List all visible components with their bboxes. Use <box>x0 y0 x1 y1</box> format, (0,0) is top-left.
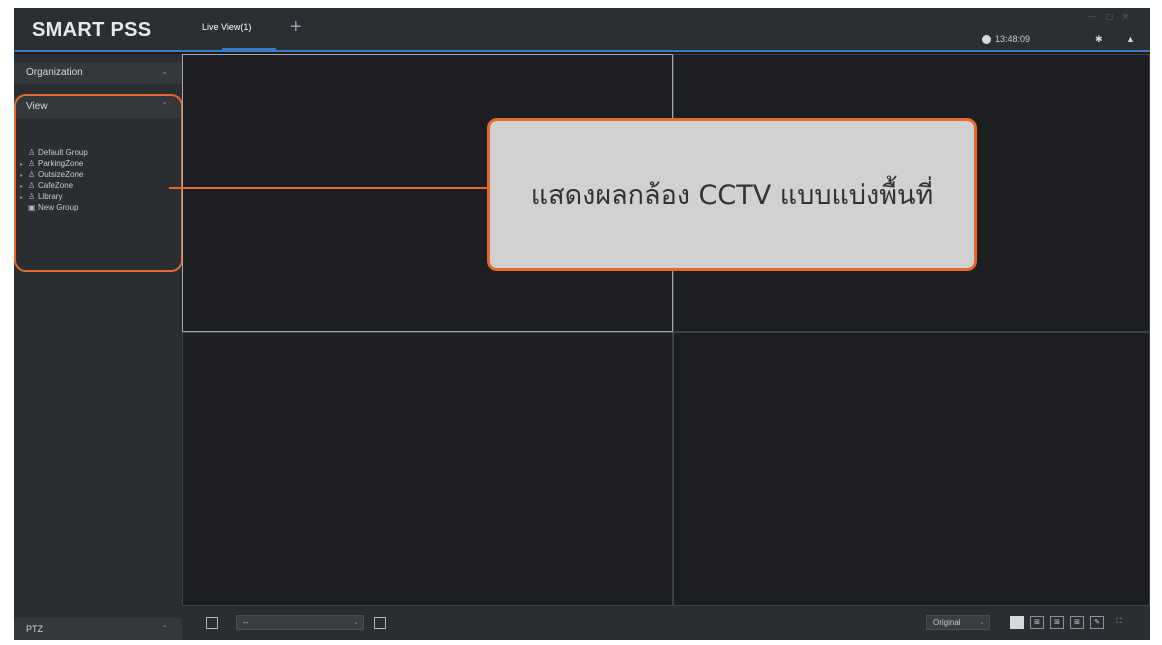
ptz-panel-header[interactable]: PTZ ⌃ <box>14 618 182 640</box>
settings-icon[interactable]: ✱ <box>1095 34 1103 45</box>
layout-custom-icon[interactable]: ⊞ <box>1070 616 1084 629</box>
tab-live-view[interactable]: Live View(1) <box>202 22 251 32</box>
organization-label: Organization <box>26 67 83 78</box>
annotation-callout: แสดงผลกล้อง CCTV แบบแบ่งพื้นที่ <box>487 118 977 271</box>
close-icon[interactable]: ✕ <box>1122 12 1138 21</box>
minimize-icon[interactable]: — <box>1089 12 1106 21</box>
fullscreen-icon[interactable]: ⛶ <box>1112 616 1126 629</box>
chevron-up-icon: ⌃ <box>161 624 168 633</box>
system-clock: 13:48:09 <box>982 34 1030 44</box>
maximize-icon[interactable]: ▢ <box>1106 12 1123 21</box>
layout-1-icon[interactable] <box>1010 616 1024 629</box>
view-highlight-box <box>14 94 183 272</box>
annotation-text: แสดงผลกล้อง CCTV แบบแบ่งพื้นที่ <box>530 180 934 211</box>
callout-connector <box>169 187 487 189</box>
edit-view-icon[interactable] <box>374 617 386 629</box>
title-bar: SMART PSS Live View(1) + —▢✕ 13:48:09 ✱ … <box>14 8 1150 52</box>
bottom-toolbar: -- ⌄ Original ⌄ ⊞ ⊞ ⊞ ✎ ⛶ <box>182 606 1150 640</box>
view-select[interactable]: -- ⌄ <box>236 615 364 630</box>
chevron-down-icon: ⌄ <box>161 67 168 76</box>
aspect-ratio-select[interactable]: Original ⌄ <box>926 615 990 630</box>
edit-layout-icon[interactable]: ✎ <box>1090 616 1104 629</box>
chevron-down-icon: ⌄ <box>353 619 359 626</box>
layout-9-icon[interactable]: ⊞ <box>1050 616 1064 629</box>
chevron-down-icon: ⌄ <box>979 619 985 626</box>
ptz-label: PTZ <box>26 624 43 634</box>
add-tab-button[interactable]: + <box>290 17 302 37</box>
active-tab-indicator <box>222 48 276 51</box>
layout-4-icon[interactable]: ⊞ <box>1030 616 1044 629</box>
clock-time: 13:48:09 <box>995 34 1031 44</box>
video-cell-3[interactable] <box>182 332 673 606</box>
organization-panel-header[interactable]: Organization ⌄ <box>14 62 182 84</box>
lock-icon[interactable]: ▲ <box>1126 34 1135 44</box>
clock-icon <box>982 34 991 44</box>
save-view-icon[interactable] <box>206 617 218 629</box>
window-controls[interactable]: —▢✕ <box>1089 12 1138 21</box>
video-cell-4[interactable] <box>673 332 1150 606</box>
app-title: SMART PSS <box>32 19 152 41</box>
smart-pss-window: SMART PSS Live View(1) + —▢✕ 13:48:09 ✱ … <box>14 8 1150 640</box>
